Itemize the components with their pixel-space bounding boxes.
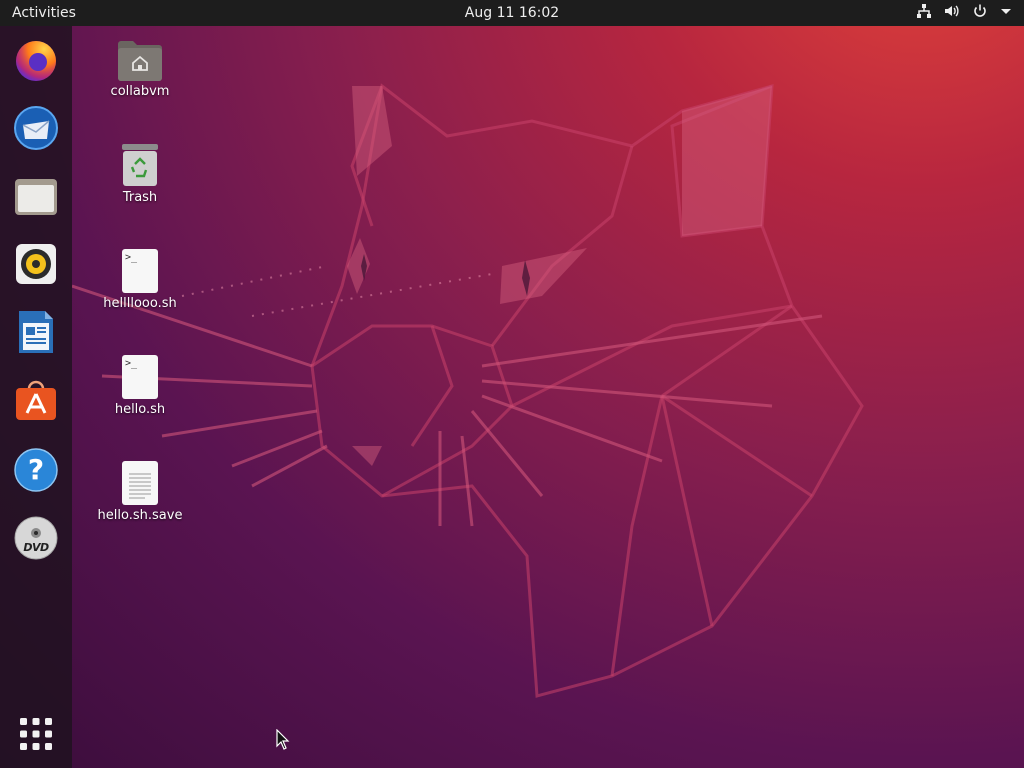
- clock-button[interactable]: Aug 11 16:02: [465, 5, 559, 21]
- system-tray[interactable]: [916, 3, 1012, 19]
- rhythmbox-icon: [13, 241, 59, 291]
- desktop-item-label: hellllooo.sh: [103, 296, 177, 311]
- app-grid-icon: [18, 718, 54, 756]
- thunderbird-icon: [13, 105, 59, 155]
- dock-item-writer[interactable]: [12, 310, 60, 358]
- mouse-cursor-icon: [276, 728, 290, 755]
- volume-icon[interactable]: [944, 3, 960, 19]
- desktop-item-hello-sh-save[interactable]: hello.sh.save: [85, 458, 195, 523]
- desktop-item-label: collabvm: [110, 84, 170, 99]
- script-glyph: >_: [125, 252, 138, 263]
- clock-container: Aug 11 16:02: [0, 5, 1024, 21]
- dvd-glyph: DVD: [23, 541, 49, 554]
- desktop-item-hellllooo-sh[interactable]: >_ hellllooo.sh: [85, 246, 195, 311]
- files-icon: [13, 173, 59, 223]
- desktop-item-trash[interactable]: Trash: [85, 140, 195, 205]
- script-file-icon: >_: [116, 352, 164, 400]
- dock-item-firefox[interactable]: [12, 38, 60, 86]
- desktop-item-hello-sh[interactable]: >_ hello.sh: [85, 352, 195, 417]
- dock-item-rhythmbox[interactable]: [12, 242, 60, 290]
- network-icon[interactable]: [916, 3, 932, 19]
- wallpaper: [72, 83, 864, 698]
- home-folder-icon: [116, 34, 164, 82]
- desktop-item-label: Trash: [122, 190, 158, 205]
- power-icon[interactable]: [972, 3, 988, 19]
- desktop-item-label: hello.sh.save: [97, 508, 183, 523]
- software-icon: [13, 377, 59, 427]
- dock-item-ubuntu-software[interactable]: [12, 378, 60, 426]
- dock-item-dvd[interactable]: DVD: [12, 514, 60, 562]
- desktop-item-collabvm[interactable]: collabvm: [85, 34, 195, 99]
- dvd-icon: DVD: [13, 515, 59, 561]
- writer-icon: [13, 309, 59, 359]
- firefox-icon: [13, 37, 59, 87]
- activities-button[interactable]: Activities: [12, 5, 76, 21]
- dropdown-icon[interactable]: [1000, 3, 1012, 19]
- desktop-item-label: hello.sh: [114, 402, 166, 417]
- dock-item-files[interactable]: [12, 174, 60, 222]
- script-file-icon: >_: [116, 246, 164, 294]
- text-file-icon: [116, 458, 164, 506]
- dock-item-help[interactable]: ?: [12, 446, 60, 494]
- dock-item-thunderbird[interactable]: [12, 106, 60, 154]
- dock: ? DVD: [0, 26, 72, 768]
- help-icon: ?: [13, 447, 59, 493]
- show-applications-button[interactable]: [18, 716, 54, 752]
- trash-icon: [116, 140, 164, 188]
- script-glyph: >_: [125, 358, 138, 369]
- top-bar: Activities Aug 11 16:02: [0, 0, 1024, 26]
- help-glyph: ?: [27, 453, 45, 486]
